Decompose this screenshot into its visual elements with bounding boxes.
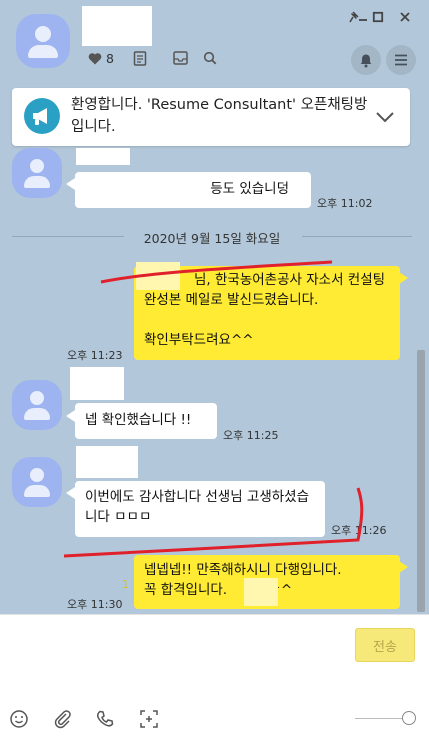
message-bubble[interactable]: 이번에도 감사합니다 선생님 고생하셨습니다 ㅁㅁㅁ: [75, 481, 325, 537]
capture-icon[interactable]: [138, 708, 160, 730]
redacted-sender-name: [76, 148, 130, 165]
zoom-slider-track[interactable]: [355, 718, 405, 719]
notice-text: 환영합니다. 'Resume Consultant' 오픈채팅방입니다.: [71, 97, 368, 135]
message-bubble[interactable]: 등도 있습니덩: [75, 172, 311, 208]
notepad-icon[interactable]: [132, 50, 148, 66]
heart-icon[interactable]: [87, 50, 103, 66]
inbox-icon[interactable]: [172, 50, 188, 66]
chevron-down-icon[interactable]: [373, 106, 397, 128]
redacted-recipient-name: [244, 578, 278, 606]
close-icon[interactable]: [396, 8, 414, 26]
sender-avatar[interactable]: [12, 380, 62, 430]
sender-avatar[interactable]: [12, 457, 62, 507]
message-time: 오후 11:25: [223, 429, 279, 442]
message-time: 오후 11:23: [67, 349, 123, 362]
attachment-icon[interactable]: [52, 708, 74, 730]
room-avatar[interactable]: [16, 14, 70, 68]
message-time: 오후 11:26: [331, 524, 387, 537]
message-bubble[interactable]: 넵 확인했습니다 !!: [75, 403, 217, 439]
redacted-sender-name: [76, 446, 138, 478]
redacted-recipient-name: [136, 262, 180, 290]
date-divider-text: 2020년 9월 15일 화요일: [143, 231, 281, 246]
date-divider: 2020년 9월 15일 화요일: [12, 226, 412, 246]
message-input[interactable]: [8, 622, 338, 692]
notice-banner[interactable]: 환영합니다. 'Resume Consultant' 오픈채팅방입니다.: [12, 88, 410, 146]
redacted-sender-name: [70, 367, 124, 400]
emoji-icon[interactable]: [8, 708, 30, 730]
friends-count: 8: [106, 50, 114, 66]
search-icon[interactable]: [202, 50, 218, 66]
message-time: 오후 11:02: [317, 197, 373, 210]
bubble-tail: [399, 561, 408, 573]
phone-icon[interactable]: [94, 708, 116, 730]
bubble-tail: [399, 272, 408, 284]
megaphone-icon: [24, 98, 60, 134]
chat-header: 8: [0, 0, 429, 84]
chat-scrollbar[interactable]: [417, 350, 425, 612]
maximize-icon[interactable]: [369, 8, 387, 26]
bubble-tail: [66, 178, 75, 190]
zoom-slider-knob[interactable]: [402, 711, 416, 725]
bubble-tail: [66, 410, 75, 422]
sender-avatar[interactable]: [12, 148, 62, 198]
bubble-tail: [66, 487, 75, 499]
menu-icon[interactable]: [386, 45, 416, 75]
bell-icon[interactable]: [351, 45, 381, 75]
redacted-room-name: [82, 6, 152, 46]
read-count: 1: [122, 578, 129, 591]
send-button[interactable]: 전송: [355, 628, 415, 662]
message-time: 오후 11:30: [67, 598, 123, 611]
